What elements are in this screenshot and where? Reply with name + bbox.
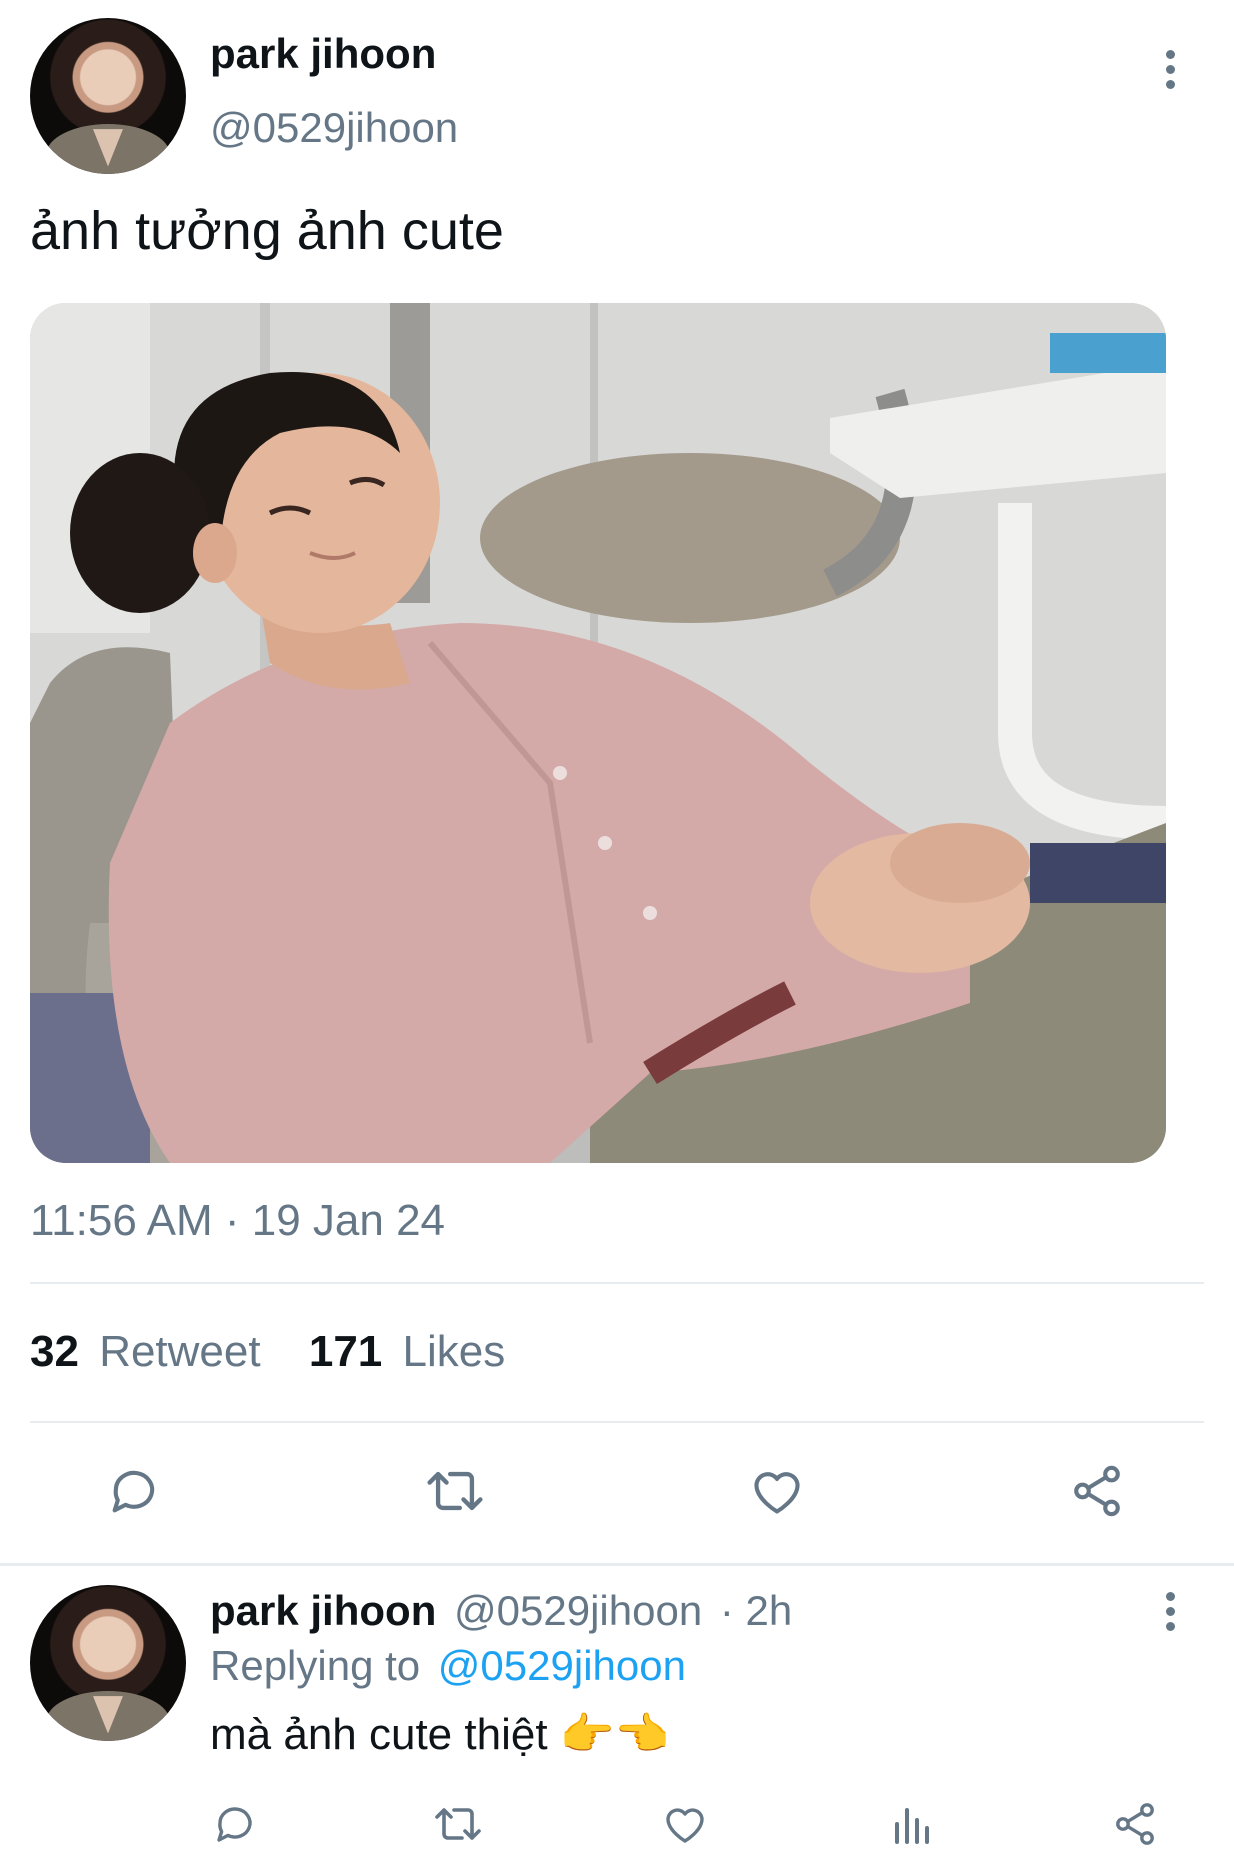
author-handle[interactable]: @0529jihoon — [210, 104, 458, 152]
share-icon — [1116, 1803, 1154, 1845]
reply-header: park jihoon @0529jihoon · 2h — [210, 1587, 792, 1635]
reply-retweet-button[interactable] — [430, 1800, 486, 1848]
more-vertical-icon — [1166, 50, 1175, 59]
retweet-icon — [427, 1471, 483, 1511]
reply-reply-button[interactable] — [210, 1800, 260, 1848]
divider — [30, 1421, 1204, 1423]
retweet-icon — [435, 1808, 481, 1840]
like-button[interactable] — [746, 1462, 808, 1520]
section-separator — [0, 1563, 1234, 1566]
reply-author-name[interactable]: park jihoon — [210, 1587, 436, 1634]
retweet-count: 32 — [30, 1327, 79, 1376]
replying-to: Replying to @0529jihoon — [210, 1642, 686, 1690]
reply-share-button[interactable] — [1110, 1800, 1160, 1848]
more-options-button[interactable] — [1166, 50, 1176, 95]
tweet-photo[interactable] — [30, 303, 1166, 1163]
reply-like-button[interactable] — [660, 1800, 710, 1848]
analytics-icon — [895, 1808, 929, 1844]
tweet-timestamp[interactable]: 11:56 AM · 19 Jan 24 — [30, 1196, 445, 1246]
author-avatar[interactable] — [30, 18, 186, 174]
replying-to-handle-link[interactable]: @0529jihoon — [438, 1642, 686, 1689]
reply-analytics-button[interactable] — [886, 1800, 936, 1848]
heart-icon — [666, 1808, 704, 1843]
reply-author-avatar[interactable] — [30, 1585, 186, 1741]
tweet-stats: 32 Retweet 171 Likes — [30, 1327, 505, 1377]
reply-icon — [112, 1470, 155, 1513]
tweet-text: ảnh tưởng ảnh cute — [30, 201, 504, 261]
reply-author-handle[interactable]: @0529jihoon — [454, 1587, 702, 1634]
likes-stat[interactable]: 171 Likes — [309, 1327, 505, 1376]
tweet-photo-illustration — [30, 303, 1166, 1163]
retweet-stat[interactable]: 32 Retweet — [30, 1327, 273, 1376]
retweet-label: Retweet — [99, 1327, 261, 1376]
reply-time: · 2h — [719, 1587, 793, 1634]
share-button[interactable] — [1066, 1462, 1128, 1520]
reply-button[interactable] — [103, 1462, 165, 1520]
like-label: Likes — [402, 1327, 506, 1376]
divider — [30, 1282, 1204, 1284]
reply-more-options-button[interactable] — [1166, 1592, 1176, 1637]
share-icon — [1074, 1465, 1120, 1517]
reply-icon — [217, 1807, 252, 1842]
like-count: 171 — [308, 1327, 383, 1376]
reply-text: mà ảnh cute thiệt 👉👈 — [210, 1710, 670, 1759]
replying-to-label: Replying to — [210, 1642, 421, 1689]
more-vertical-icon — [1166, 1592, 1175, 1601]
retweet-button[interactable] — [420, 1462, 490, 1520]
heart-icon — [754, 1472, 800, 1514]
author-name[interactable]: park jihoon — [210, 30, 436, 78]
